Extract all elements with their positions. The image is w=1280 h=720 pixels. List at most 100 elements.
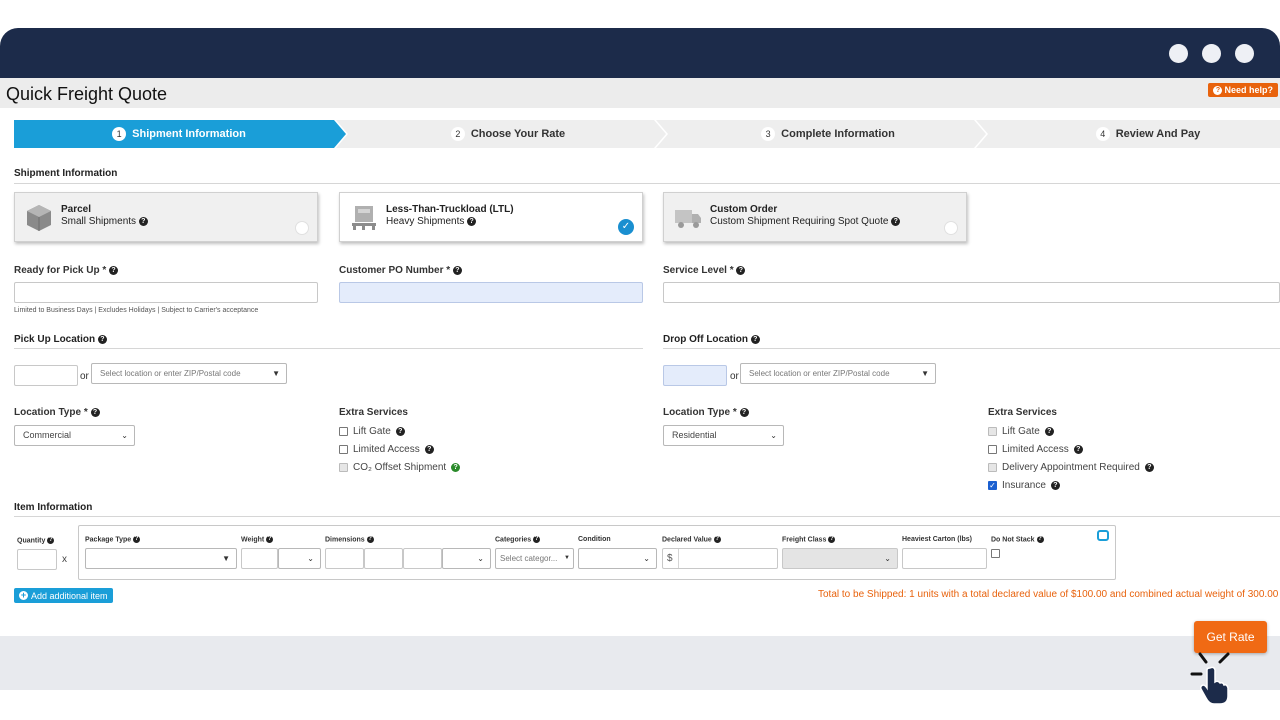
help-icon[interactable]: ? bbox=[424, 445, 434, 454]
help-icon[interactable]: ? bbox=[366, 536, 374, 543]
card-custom-radio[interactable] bbox=[944, 221, 958, 235]
window-dot-2[interactable] bbox=[1202, 44, 1221, 63]
help-icon[interactable]: ? bbox=[109, 265, 119, 275]
width-input[interactable] bbox=[364, 548, 403, 569]
help-icon[interactable]: ? bbox=[739, 407, 749, 417]
pickup-limited-access-option[interactable]: Limited Access? bbox=[339, 444, 434, 455]
step-review-pay[interactable]: 4 Review And Pay bbox=[988, 120, 1280, 148]
checkbox[interactable] bbox=[339, 445, 348, 454]
weight-unit-select[interactable]: ⌄ bbox=[278, 548, 321, 569]
height-input[interactable] bbox=[403, 548, 442, 569]
weight-input[interactable] bbox=[241, 548, 278, 569]
dropoff-liftgate-option[interactable]: Lift Gate? bbox=[988, 426, 1054, 437]
do-not-stack-checkbox[interactable] bbox=[991, 549, 1000, 558]
dropoff-or-label: or bbox=[730, 371, 739, 382]
help-icon[interactable]: ? bbox=[97, 334, 107, 344]
dimension-unit-select[interactable]: ⌄ bbox=[442, 548, 491, 569]
help-icon[interactable]: ? bbox=[828, 536, 836, 543]
condition-select[interactable]: ⌄ bbox=[578, 548, 657, 569]
pickup-liftgate-option[interactable]: Lift Gate? bbox=[339, 426, 405, 437]
help-icon[interactable]: ? bbox=[452, 265, 462, 275]
chevron-down-icon: ⌄ bbox=[477, 554, 484, 563]
pickup-location-select[interactable]: Select location or enter ZIP/Postal code… bbox=[91, 363, 287, 384]
checkbox[interactable] bbox=[339, 427, 348, 436]
help-icon[interactable]: ? bbox=[891, 216, 901, 226]
pallet-icon bbox=[352, 206, 376, 230]
package-type-select[interactable]: ▼ bbox=[85, 548, 237, 569]
freight-class-select[interactable]: ⌄ bbox=[782, 548, 898, 569]
help-icon[interactable]: ? bbox=[1044, 427, 1054, 436]
title-bar bbox=[0, 78, 1280, 108]
help-icon[interactable]: ? bbox=[451, 463, 461, 472]
step-4-number: 4 bbox=[1095, 127, 1110, 141]
step-3-number: 3 bbox=[761, 127, 776, 141]
help-icon[interactable]: ? bbox=[736, 265, 746, 275]
step-choose-rate[interactable]: 2 Choose Your Rate bbox=[348, 120, 668, 148]
declared-value-input[interactable] bbox=[662, 548, 778, 569]
help-icon[interactable]: ? bbox=[47, 537, 55, 544]
categories-select[interactable]: Select categor... ▼ bbox=[495, 548, 574, 569]
length-input[interactable] bbox=[325, 548, 364, 569]
help-icon[interactable]: ? bbox=[1073, 445, 1083, 454]
chevron-down-icon: ⌄ bbox=[884, 554, 891, 563]
window-dot-3[interactable] bbox=[1235, 44, 1254, 63]
add-item-button[interactable]: + Add additional item bbox=[14, 588, 113, 603]
pickup-location-type-select[interactable]: Commercial ⌄ bbox=[14, 425, 135, 446]
progress-steps: 1 Shipment Information 2 Choose Your Rat… bbox=[14, 120, 1280, 148]
get-rate-button[interactable]: Get Rate bbox=[1194, 621, 1267, 653]
card-parcel-radio[interactable] bbox=[295, 221, 309, 235]
help-icon[interactable]: ? bbox=[533, 536, 541, 543]
quantity-header: Quantity ? bbox=[17, 537, 55, 545]
pickup-date-input[interactable] bbox=[14, 282, 318, 303]
help-icon[interactable]: ? bbox=[1050, 481, 1060, 490]
help-icon[interactable]: ? bbox=[266, 536, 274, 543]
hand-pointer-icon bbox=[1190, 652, 1230, 704]
dropoff-limited-access-option[interactable]: Limited Access? bbox=[988, 444, 1083, 455]
page-title: Quick Freight Quote bbox=[6, 84, 168, 104]
pickup-co2-option[interactable]: CO₂ Offset Shipment? bbox=[339, 462, 461, 473]
weight-header: Weight ? bbox=[241, 536, 274, 544]
help-icon[interactable]: ? bbox=[395, 427, 405, 436]
service-level-input[interactable] bbox=[663, 282, 1280, 303]
help-icon[interactable]: ? bbox=[467, 216, 477, 226]
dropoff-zip-input[interactable] bbox=[663, 365, 727, 386]
checkbox[interactable] bbox=[339, 463, 348, 472]
dropoff-location-type-select[interactable]: Residential ⌄ bbox=[663, 425, 784, 446]
pickup-zip-input[interactable] bbox=[14, 365, 78, 386]
footer-bar bbox=[0, 636, 1280, 690]
checkbox-checked[interactable]: ✓ bbox=[988, 481, 997, 490]
checkbox[interactable] bbox=[988, 445, 997, 454]
dropoff-appointment-option[interactable]: Delivery Appointment Required? bbox=[988, 462, 1154, 473]
dropoff-location-select[interactable]: Select location or enter ZIP/Postal code… bbox=[740, 363, 936, 384]
help-icon[interactable]: ? bbox=[1036, 536, 1044, 543]
help-icon[interactable]: ? bbox=[133, 536, 141, 543]
card-parcel[interactable]: Parcel Small Shipments ? bbox=[14, 192, 318, 242]
step-shipment-information[interactable]: 1 Shipment Information bbox=[14, 120, 344, 148]
checkbox[interactable] bbox=[988, 427, 997, 436]
caret-down-icon: ▼ bbox=[564, 555, 570, 561]
card-parcel-title: Parcel bbox=[61, 204, 92, 215]
help-icon[interactable]: ? bbox=[713, 536, 721, 543]
need-help-button[interactable]: ? Need help? bbox=[1208, 83, 1278, 97]
window-dot-1[interactable] bbox=[1169, 44, 1188, 63]
checkbox[interactable] bbox=[988, 463, 997, 472]
heaviest-carton-input[interactable] bbox=[902, 548, 987, 569]
quantity-input[interactable] bbox=[17, 549, 57, 570]
chevron-down-icon: ⌄ bbox=[307, 554, 314, 563]
help-icon[interactable]: ? bbox=[90, 407, 100, 417]
card-custom-order[interactable]: Custom Order Custom Shipment Requiring S… bbox=[663, 192, 967, 242]
help-icon[interactable]: ? bbox=[1144, 463, 1154, 472]
collapse-icon[interactable] bbox=[1097, 530, 1109, 541]
card-custom-title: Custom Order bbox=[710, 204, 778, 215]
checkmark-icon: ✓ bbox=[618, 219, 634, 235]
pickup-location-type-label: Location Type * ? bbox=[14, 407, 100, 418]
total-summary: Total to be Shipped: 1 units with a tota… bbox=[818, 589, 1280, 600]
po-number-input[interactable] bbox=[339, 282, 643, 303]
step-3-label: Complete Information bbox=[781, 128, 895, 140]
service-level-label: Service Level * ? bbox=[663, 265, 746, 276]
dropoff-insurance-option[interactable]: ✓ Insurance? bbox=[988, 480, 1060, 491]
card-ltl[interactable]: Less-Than-Truckload (LTL) Heavy Shipment… bbox=[339, 192, 643, 242]
step-complete-information[interactable]: 3 Complete Information bbox=[668, 120, 988, 148]
help-icon[interactable]: ? bbox=[750, 334, 760, 344]
help-icon[interactable]: ? bbox=[138, 216, 148, 226]
